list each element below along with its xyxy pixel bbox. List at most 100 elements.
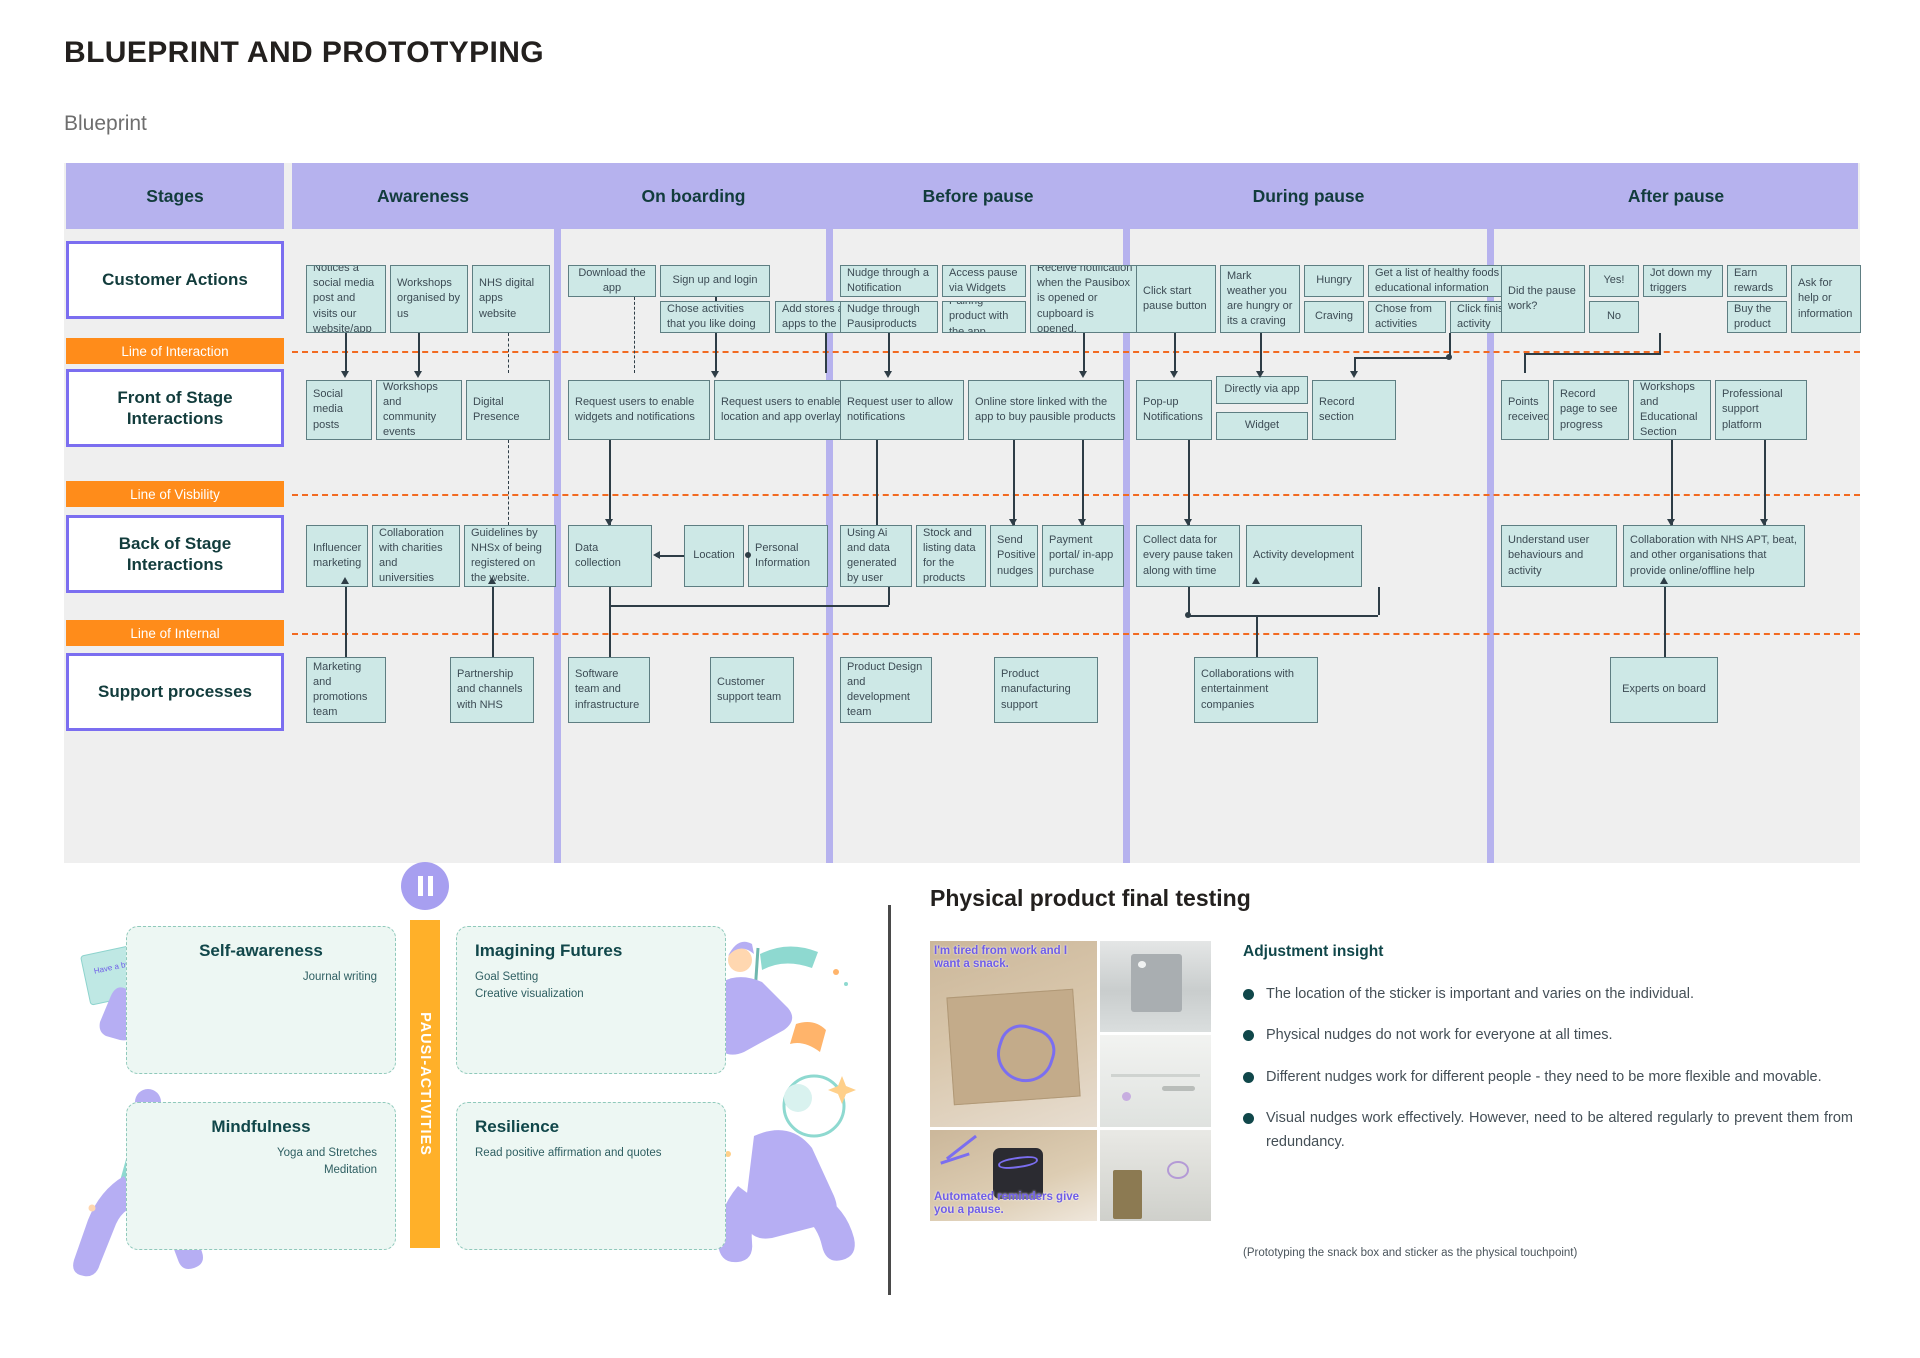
- back-stage-box[interactable]: Guidelines by NHSx of being registered o…: [464, 525, 556, 587]
- back-stage-box[interactable]: Collaboration with NHS APT, beat, and ot…: [1623, 525, 1805, 587]
- front-stage-box[interactable]: Directly via app: [1216, 376, 1308, 404]
- connector: [609, 605, 889, 607]
- back-stage-box[interactable]: Send Positive nudges: [990, 525, 1038, 587]
- back-stage-box[interactable]: Influencer marketing: [306, 525, 368, 587]
- front-stage-box[interactable]: Professional support platform: [1715, 380, 1807, 440]
- arrow-icon: [1009, 519, 1017, 526]
- insight-item: The location of the sticker is important…: [1243, 983, 1853, 1006]
- pausi-rail-label: PAUSI-ACTIVITIES: [417, 1012, 433, 1156]
- customer-action-box[interactable]: Receive notification when the Pausibox i…: [1030, 265, 1140, 333]
- front-stage-box[interactable]: Request users to enable location and app…: [714, 380, 856, 440]
- customer-action-box[interactable]: Chose activities that you like doing: [660, 301, 770, 333]
- pausi-card-resilience[interactable]: Resilience Read positive affirmation and…: [456, 1102, 726, 1250]
- column-separator: [826, 163, 833, 863]
- back-stage-box[interactable]: Collect data for every pause taken along…: [1136, 525, 1240, 587]
- back-stage-box[interactable]: Location: [684, 525, 744, 587]
- pause-icon: [401, 862, 449, 910]
- customer-action-box[interactable]: Earn rewards: [1727, 265, 1787, 297]
- customer-action-box[interactable]: Hungry: [1304, 265, 1364, 297]
- bullet-icon: [1243, 1113, 1254, 1125]
- back-stage-box[interactable]: Using Ai and data generated by user: [840, 525, 912, 587]
- support-process-box[interactable]: Partnership and channels with NHS: [450, 657, 534, 723]
- connector-dashed: [508, 440, 509, 525]
- row-label-customer-actions: Customer Actions: [66, 241, 284, 319]
- insight-item: Visual nudges work effectively. However,…: [1243, 1107, 1853, 1154]
- connector: [1082, 440, 1084, 525]
- connector: [1764, 440, 1766, 525]
- customer-action-box[interactable]: Notices a social media post and visits o…: [306, 265, 386, 333]
- customer-action-box[interactable]: Chose from activities: [1368, 301, 1446, 333]
- line-label-interaction: Line of Interaction: [66, 338, 284, 364]
- pausi-card-title: Imagining Futures: [475, 941, 623, 960]
- customer-action-box[interactable]: Access pause via Widgets: [942, 265, 1026, 297]
- back-stage-box[interactable]: Data collection: [568, 525, 652, 587]
- photo-fridge: [1099, 941, 1211, 1033]
- customer-action-box[interactable]: Yes!: [1589, 265, 1639, 297]
- front-stage-box[interactable]: Digital Presence: [466, 380, 550, 440]
- support-process-box[interactable]: Customer support team: [710, 657, 794, 723]
- connector: [888, 587, 890, 605]
- support-process-box[interactable]: Marketing and promotions team: [306, 657, 386, 723]
- back-stage-box[interactable]: Activity development: [1246, 525, 1362, 587]
- back-stage-box[interactable]: Collaboration with charities and univers…: [372, 525, 460, 587]
- support-process-box[interactable]: Experts on board: [1610, 657, 1718, 723]
- support-process-box[interactable]: Product manufacturing support: [994, 657, 1098, 723]
- front-stage-box[interactable]: Request users to enable widgets and noti…: [568, 380, 710, 440]
- column-separator: [554, 163, 561, 863]
- pausi-card-title: Mindfulness: [211, 1117, 311, 1136]
- connector: [1659, 333, 1661, 353]
- customer-action-box[interactable]: Pairing product with the app: [942, 301, 1026, 333]
- support-process-box[interactable]: Collaborations with entertainment compan…: [1194, 657, 1318, 723]
- pausi-card-self-awareness[interactable]: Self-awareness Journal writing: [126, 926, 396, 1074]
- blueprint-board: Stages Awareness On boarding Before paus…: [64, 163, 1861, 863]
- pausi-card-mindfulness[interactable]: Mindfulness Yoga and Stretches Meditatio…: [126, 1102, 396, 1250]
- back-stage-box[interactable]: Stock and listing data for the products: [916, 525, 986, 587]
- arrow-icon: [605, 519, 613, 526]
- line-label-visibility: Line of Visbility: [66, 481, 284, 507]
- front-stage-box[interactable]: Social media posts: [306, 380, 372, 440]
- front-stage-box[interactable]: Pop-up Notifications: [1136, 380, 1212, 440]
- customer-action-box[interactable]: Did the pause work?: [1501, 265, 1585, 333]
- support-process-box[interactable]: Software team and infrastructure: [568, 657, 650, 723]
- front-stage-box[interactable]: Record section: [1312, 380, 1396, 440]
- customer-action-box[interactable]: Nudge through Pausiproducts: [840, 301, 938, 333]
- customer-action-box[interactable]: Workshops organised by us: [390, 265, 468, 333]
- pausi-card-title: Self-awareness: [199, 941, 323, 960]
- connector: [715, 297, 717, 301]
- customer-action-box[interactable]: Craving: [1304, 301, 1364, 333]
- pausi-activities-rail: PAUSI-ACTIVITIES: [410, 920, 440, 1248]
- customer-action-box[interactable]: Click start pause button: [1136, 265, 1216, 333]
- stage-header-before-pause: Before pause: [833, 163, 1123, 229]
- customer-action-box[interactable]: Buy the product: [1727, 301, 1787, 333]
- pausi-card-item: Creative visualization: [475, 988, 584, 1000]
- customer-action-box[interactable]: Sign up and login: [660, 265, 770, 297]
- customer-action-box[interactable]: NHS digital apps website: [472, 265, 550, 333]
- customer-action-box[interactable]: Ask for help or information: [1791, 265, 1861, 333]
- customer-action-box[interactable]: No: [1589, 301, 1639, 333]
- back-stage-box[interactable]: Payment portal/ in-app purchase: [1042, 525, 1124, 587]
- customer-action-box[interactable]: Nudge through a Notification: [840, 265, 938, 297]
- support-process-box[interactable]: Product Design and development team: [840, 657, 932, 723]
- pausi-card-item: Read positive affirmation and quotes: [475, 1147, 662, 1159]
- pausi-card-item: Goal Setting: [475, 971, 539, 983]
- stage-header-awareness: Awareness: [292, 163, 554, 229]
- front-stage-box[interactable]: Workshops and community events: [376, 380, 462, 440]
- line-of-visibility: [292, 494, 1860, 496]
- back-stage-box[interactable]: Understand user behaviours and activity: [1501, 525, 1617, 587]
- front-stage-box[interactable]: Request user to allow notifications: [840, 380, 964, 440]
- pausi-card-imagining-futures[interactable]: Imagining Futures Goal Setting Creative …: [456, 926, 726, 1074]
- photo-caption-top: I'm tired from work and I want a snack.: [934, 945, 1068, 971]
- front-stage-box[interactable]: Points received: [1501, 380, 1549, 440]
- connector: [888, 333, 890, 373]
- connector: [1671, 440, 1673, 525]
- front-stage-box[interactable]: Record page to see progress: [1553, 380, 1629, 440]
- section-label-blueprint: Blueprint: [64, 112, 147, 135]
- front-stage-box[interactable]: Widget: [1216, 412, 1308, 440]
- front-stage-box[interactable]: Online store linked with the app to buy …: [968, 380, 1124, 440]
- back-stage-box[interactable]: Personal Information: [748, 525, 828, 587]
- customer-action-box[interactable]: Jot down my triggers: [1643, 265, 1723, 297]
- page-title: BLUEPRINT AND PROTOTYPING: [64, 36, 545, 69]
- front-stage-box[interactable]: Workshops and Educational Section: [1633, 380, 1711, 440]
- customer-action-box[interactable]: Download the app: [568, 265, 656, 297]
- customer-action-box[interactable]: Mark weather you are hungry or its a cra…: [1220, 265, 1300, 333]
